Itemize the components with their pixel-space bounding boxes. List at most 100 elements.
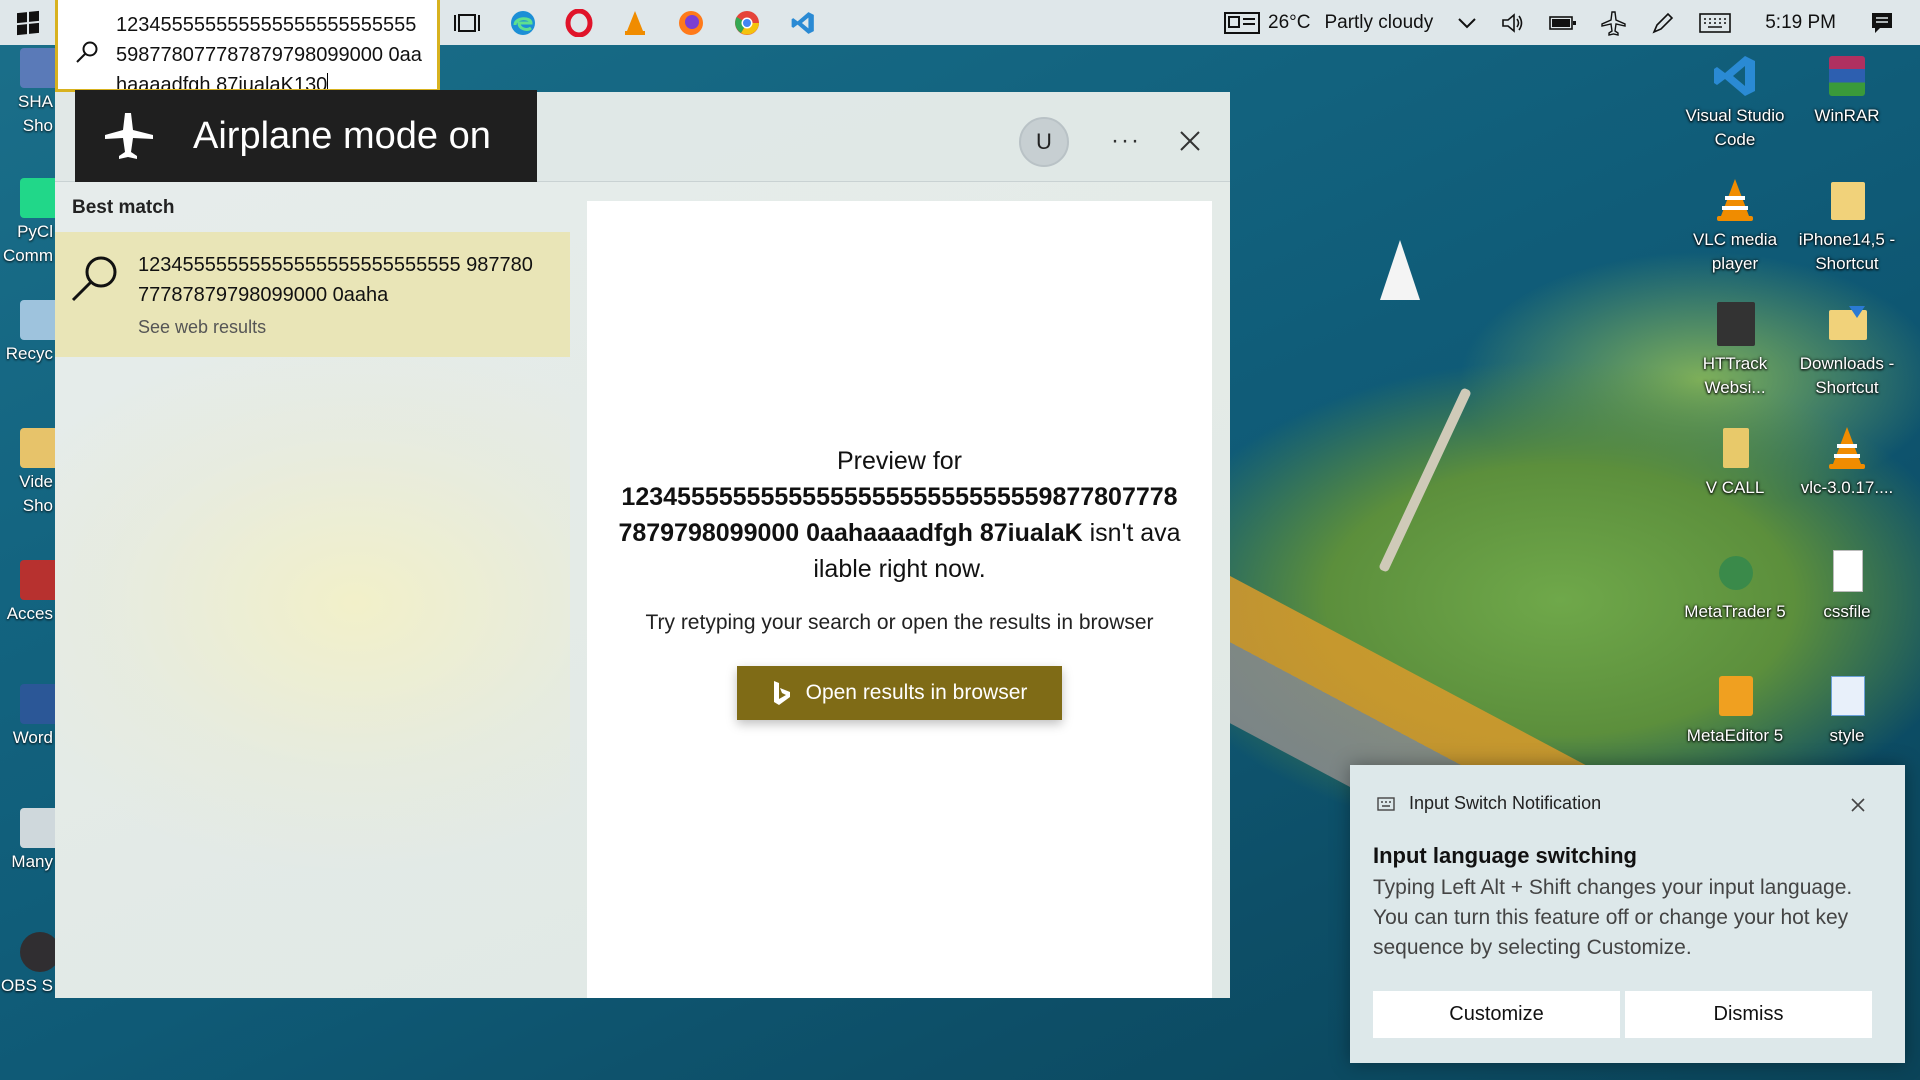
weather-temp: 26°C xyxy=(1268,11,1311,33)
shortcut-icon xyxy=(20,48,55,88)
volume-button[interactable] xyxy=(1489,0,1537,45)
action-center-button[interactable] xyxy=(1858,0,1906,45)
desktop-icon-label: V CALL xyxy=(1705,478,1765,497)
close-icon xyxy=(1180,131,1200,151)
desktop-icon-iphone-shortcut[interactable]: iPhone14,5 - Shortcut xyxy=(1792,176,1902,276)
bing-icon xyxy=(773,681,790,705)
chevron-down-icon xyxy=(1458,17,1476,28)
keyboard-icon xyxy=(1699,12,1732,33)
desktop-icon-style[interactable]: style xyxy=(1792,672,1902,748)
taskbar-pinned-apps xyxy=(448,0,822,45)
shortcut-icon xyxy=(20,808,55,848)
preview-hint: Try retyping your search or open the res… xyxy=(645,611,1154,634)
input-switch-notification: Input Switch Notification Input language… xyxy=(1350,765,1905,1063)
desktop-icon-vlc[interactable]: VLC media player xyxy=(1680,176,1790,276)
desktop-icon-label: vlc-3.0.17.... xyxy=(1800,478,1894,497)
desktop-icon-label: Sho xyxy=(22,496,53,515)
pen-workspace-button[interactable] xyxy=(1639,0,1687,45)
winrar-icon xyxy=(1823,52,1871,100)
keyboard-icon xyxy=(1377,796,1395,811)
vscode-icon[interactable] xyxy=(784,4,822,42)
search-input[interactable]: 1234555555555555555555555555987780777878… xyxy=(116,10,426,89)
desktop-icon-metatrader[interactable]: MetaTrader 5 xyxy=(1680,548,1790,624)
battery-button[interactable] xyxy=(1537,0,1589,45)
touch-keyboard-button[interactable] xyxy=(1687,0,1743,45)
desktop-icon-label: Visual Studio Code xyxy=(1685,106,1785,149)
more-options-button[interactable]: ··· xyxy=(1101,116,1151,166)
desktop-icon-word[interactable]: Word xyxy=(0,684,55,750)
open-results-in-browser-button[interactable]: Open results in browser xyxy=(737,666,1062,720)
news-weather-icon xyxy=(1224,11,1260,34)
vscode-icon xyxy=(1711,52,1759,100)
system-tray: 26°C Partly cloudy 5:19 PM xyxy=(1212,0,1920,45)
close-search-button[interactable] xyxy=(1165,116,1215,166)
network-airplane-button[interactable] xyxy=(1589,0,1639,45)
customize-button[interactable]: Customize xyxy=(1373,991,1620,1038)
notification-header: Input Switch Notification xyxy=(1377,793,1601,814)
preview-message: Preview for 1234555555555555555555555555… xyxy=(617,443,1182,587)
result-title: 12345555555555555555555555555 9877807778… xyxy=(138,254,533,306)
desktop-icon-label: Downloads - Shortcut xyxy=(1799,354,1895,397)
desktop-icon-label: iPhone14,5 - Shortcut xyxy=(1798,230,1896,273)
airplane-icon xyxy=(1601,10,1626,36)
notification-close-button[interactable] xyxy=(1840,787,1876,823)
task-view-icon[interactable] xyxy=(448,4,486,42)
pen-icon xyxy=(1652,12,1674,34)
windows-logo-icon xyxy=(16,10,39,35)
account-avatar[interactable]: U xyxy=(1019,117,1069,167)
search-panel: U ··· Best match 12345555555555555555555… xyxy=(55,92,1230,998)
desktop-icon-sha[interactable]: SHA Sho xyxy=(0,48,55,138)
clock[interactable]: 5:19 PM xyxy=(1743,0,1858,45)
firefox-icon[interactable] xyxy=(672,4,710,42)
desktop-icon-downloads-shortcut[interactable]: Downloads - Shortcut xyxy=(1792,300,1902,400)
wallpaper-sailboat xyxy=(1380,240,1420,300)
opera-icon[interactable] xyxy=(560,4,598,42)
desktop-icon-many[interactable]: Many xyxy=(0,808,55,874)
video-shortcut-icon xyxy=(20,428,55,468)
desktop-icon-metaeditor[interactable]: MetaEditor 5 xyxy=(1680,672,1790,748)
weather-widget[interactable]: 26°C Partly cloudy xyxy=(1212,0,1445,45)
desktop-icon-vscode[interactable]: Visual Studio Code xyxy=(1680,52,1790,152)
desktop-icon-winrar[interactable]: WinRAR xyxy=(1792,52,1902,128)
desktop-icon-httrack[interactable]: HTTrack Websi... xyxy=(1680,300,1790,400)
desktop-icon-video[interactable]: Vide Sho xyxy=(0,428,55,518)
folder-shortcut-icon xyxy=(1823,176,1871,224)
dismiss-button[interactable]: Dismiss xyxy=(1625,991,1872,1038)
desktop-icon-label: Many xyxy=(11,852,53,871)
desktop-icon-pycharm[interactable]: PyCl Comm xyxy=(0,178,55,268)
search-icon xyxy=(69,252,121,309)
desktop-icon-vcall[interactable]: V CALL xyxy=(1680,424,1790,500)
desktop-icon-label: VLC media player xyxy=(1692,230,1778,273)
access-icon xyxy=(20,560,55,600)
desktop-icon-cssfile[interactable]: cssfile xyxy=(1792,548,1902,624)
pycharm-icon xyxy=(20,178,55,218)
desktop-icon-label: Vide xyxy=(19,472,53,491)
weather-condition: Partly cloudy xyxy=(1324,11,1434,33)
search-box[interactable]: 1234555555555555555555555555987780777878… xyxy=(55,0,440,92)
desktop-icon-access[interactable]: Acces xyxy=(0,560,55,626)
desktop-icon-obs[interactable]: OBS S xyxy=(0,932,55,998)
desktop-icon-label: Recyc xyxy=(5,344,53,363)
desktop-icon-label: Comm xyxy=(2,246,53,265)
airplane-mode-osd: Airplane mode on xyxy=(75,90,537,182)
chrome-icon[interactable] xyxy=(728,4,766,42)
vcall-icon xyxy=(1711,424,1759,472)
airplane-mode-text: Airplane mode on xyxy=(193,114,491,157)
desktop-icon-label: style xyxy=(1829,726,1865,745)
edge-icon[interactable] xyxy=(504,4,542,42)
results-column: Best match 12345555555555555555555555555… xyxy=(55,183,570,998)
open-results-label: Open results in browser xyxy=(805,681,1028,704)
preview-prefix: Preview for xyxy=(836,447,963,475)
desktop-icon-label: HTTrack Websi... xyxy=(1702,354,1768,397)
desktop-icon-recycle[interactable]: Recyc xyxy=(0,300,55,366)
search-icon xyxy=(75,40,99,69)
vlc-icon xyxy=(1711,176,1759,224)
desktop-icon-vlc-installer[interactable]: vlc-3.0.17.... xyxy=(1792,424,1902,500)
desktop-icon-label: cssfile xyxy=(1823,602,1871,621)
start-button[interactable] xyxy=(0,0,55,45)
vlc-icon[interactable] xyxy=(616,4,654,42)
show-hidden-icons-chevron[interactable] xyxy=(1445,0,1489,45)
notification-title: Input language switching xyxy=(1373,843,1637,868)
notification-body: Typing Left Alt + Shift changes your inp… xyxy=(1373,876,1853,959)
best-match-result[interactable]: 12345555555555555555555555555 9877807778… xyxy=(55,232,570,357)
